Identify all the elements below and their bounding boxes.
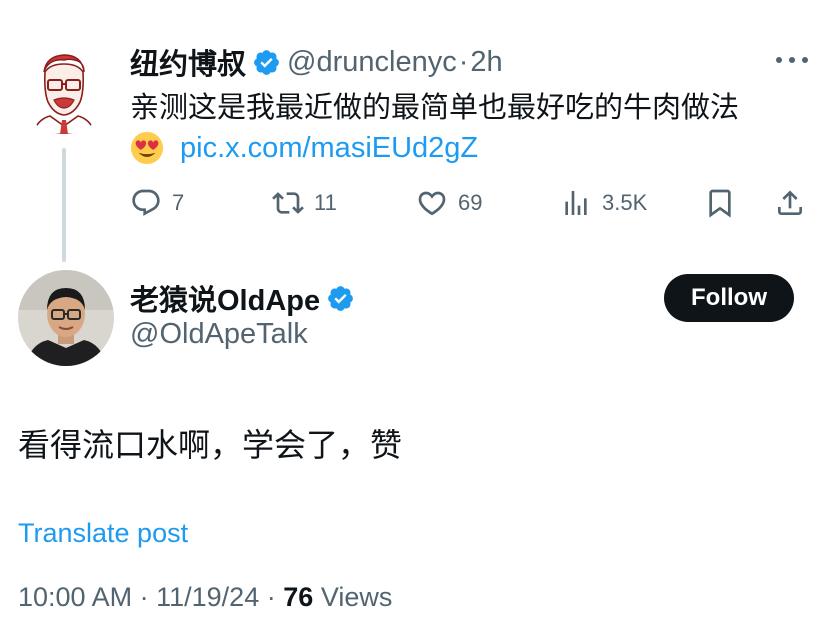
- parent-post-text: 亲测这是我最近做的最简单也最好吃的牛肉做法: [130, 92, 740, 124]
- parent-post-actions: 7 11 69 3.5K: [0, 180, 828, 226]
- like-button[interactable]: 69: [416, 180, 482, 226]
- reply-author-handle[interactable]: @OldApeTalk: [130, 318, 308, 351]
- parent-author-handle[interactable]: @drunclenyc: [287, 46, 457, 79]
- repost-count: 11: [314, 190, 337, 215]
- meta-separator: ·: [139, 582, 149, 612]
- follow-button[interactable]: Follow: [664, 274, 794, 322]
- more-options-icon[interactable]: [772, 48, 812, 72]
- like-count: 69: [458, 190, 483, 215]
- verified-badge-icon: [254, 49, 279, 75]
- repost-button[interactable]: 11: [272, 180, 337, 226]
- reply-icon: [132, 189, 160, 216]
- reply-author-name[interactable]: 老猿说OldApe: [130, 277, 320, 319]
- bookmark-icon: [709, 189, 731, 218]
- reply-post-text: 看得流口水啊，学会了，赞: [18, 427, 403, 463]
- verified-badge-icon: [328, 285, 354, 311]
- analytics-bars-icon: [565, 191, 587, 215]
- share-icon: [778, 190, 802, 215]
- parent-post[interactable]: 纽约博叔 @drunclenyc · 2h 亲测这是我最近做的最简单也最好吃的牛…: [0, 0, 828, 265]
- reply-count: 7: [172, 190, 185, 215]
- views-button[interactable]: 3.5K: [560, 180, 647, 226]
- post-views-count: 76: [283, 582, 314, 612]
- parent-post-media-link[interactable]: pic.x.com/masiEUd2gZ: [180, 132, 478, 165]
- translate-post-link[interactable]: Translate post: [18, 518, 188, 549]
- post-views-label: Views: [320, 582, 393, 612]
- header-separator: ·: [458, 45, 469, 78]
- parent-post-header: 纽约博叔 @drunclenyc · 2h: [130, 40, 503, 84]
- parent-author-name[interactable]: 纽约博叔: [130, 41, 246, 83]
- reply-button[interactable]: 7: [130, 180, 184, 226]
- bookmark-button[interactable]: [704, 180, 736, 226]
- meta-separator: ·: [266, 582, 276, 612]
- avatar-drunclenyc[interactable]: [18, 42, 110, 134]
- parent-post-time[interactable]: 2h: [470, 46, 502, 79]
- views-count: 3.5K: [602, 190, 648, 215]
- parent-post-link-line: pic.x.com/masiEUd2gZ: [130, 128, 478, 168]
- heart-icon: [418, 191, 446, 216]
- avatar-oldapetalk[interactable]: [18, 270, 114, 366]
- reply-author-line: 老猿说OldApe: [130, 278, 361, 318]
- repost-icon: [272, 192, 304, 214]
- post-metadata: 10:00 AM · 11/19/24 · 76 Views: [18, 582, 392, 613]
- post-date[interactable]: 11/19/24: [156, 582, 259, 612]
- post-time[interactable]: 10:00 AM: [18, 582, 132, 612]
- share-button[interactable]: [774, 180, 806, 226]
- heart-eyes-emoji-icon: [130, 131, 164, 165]
